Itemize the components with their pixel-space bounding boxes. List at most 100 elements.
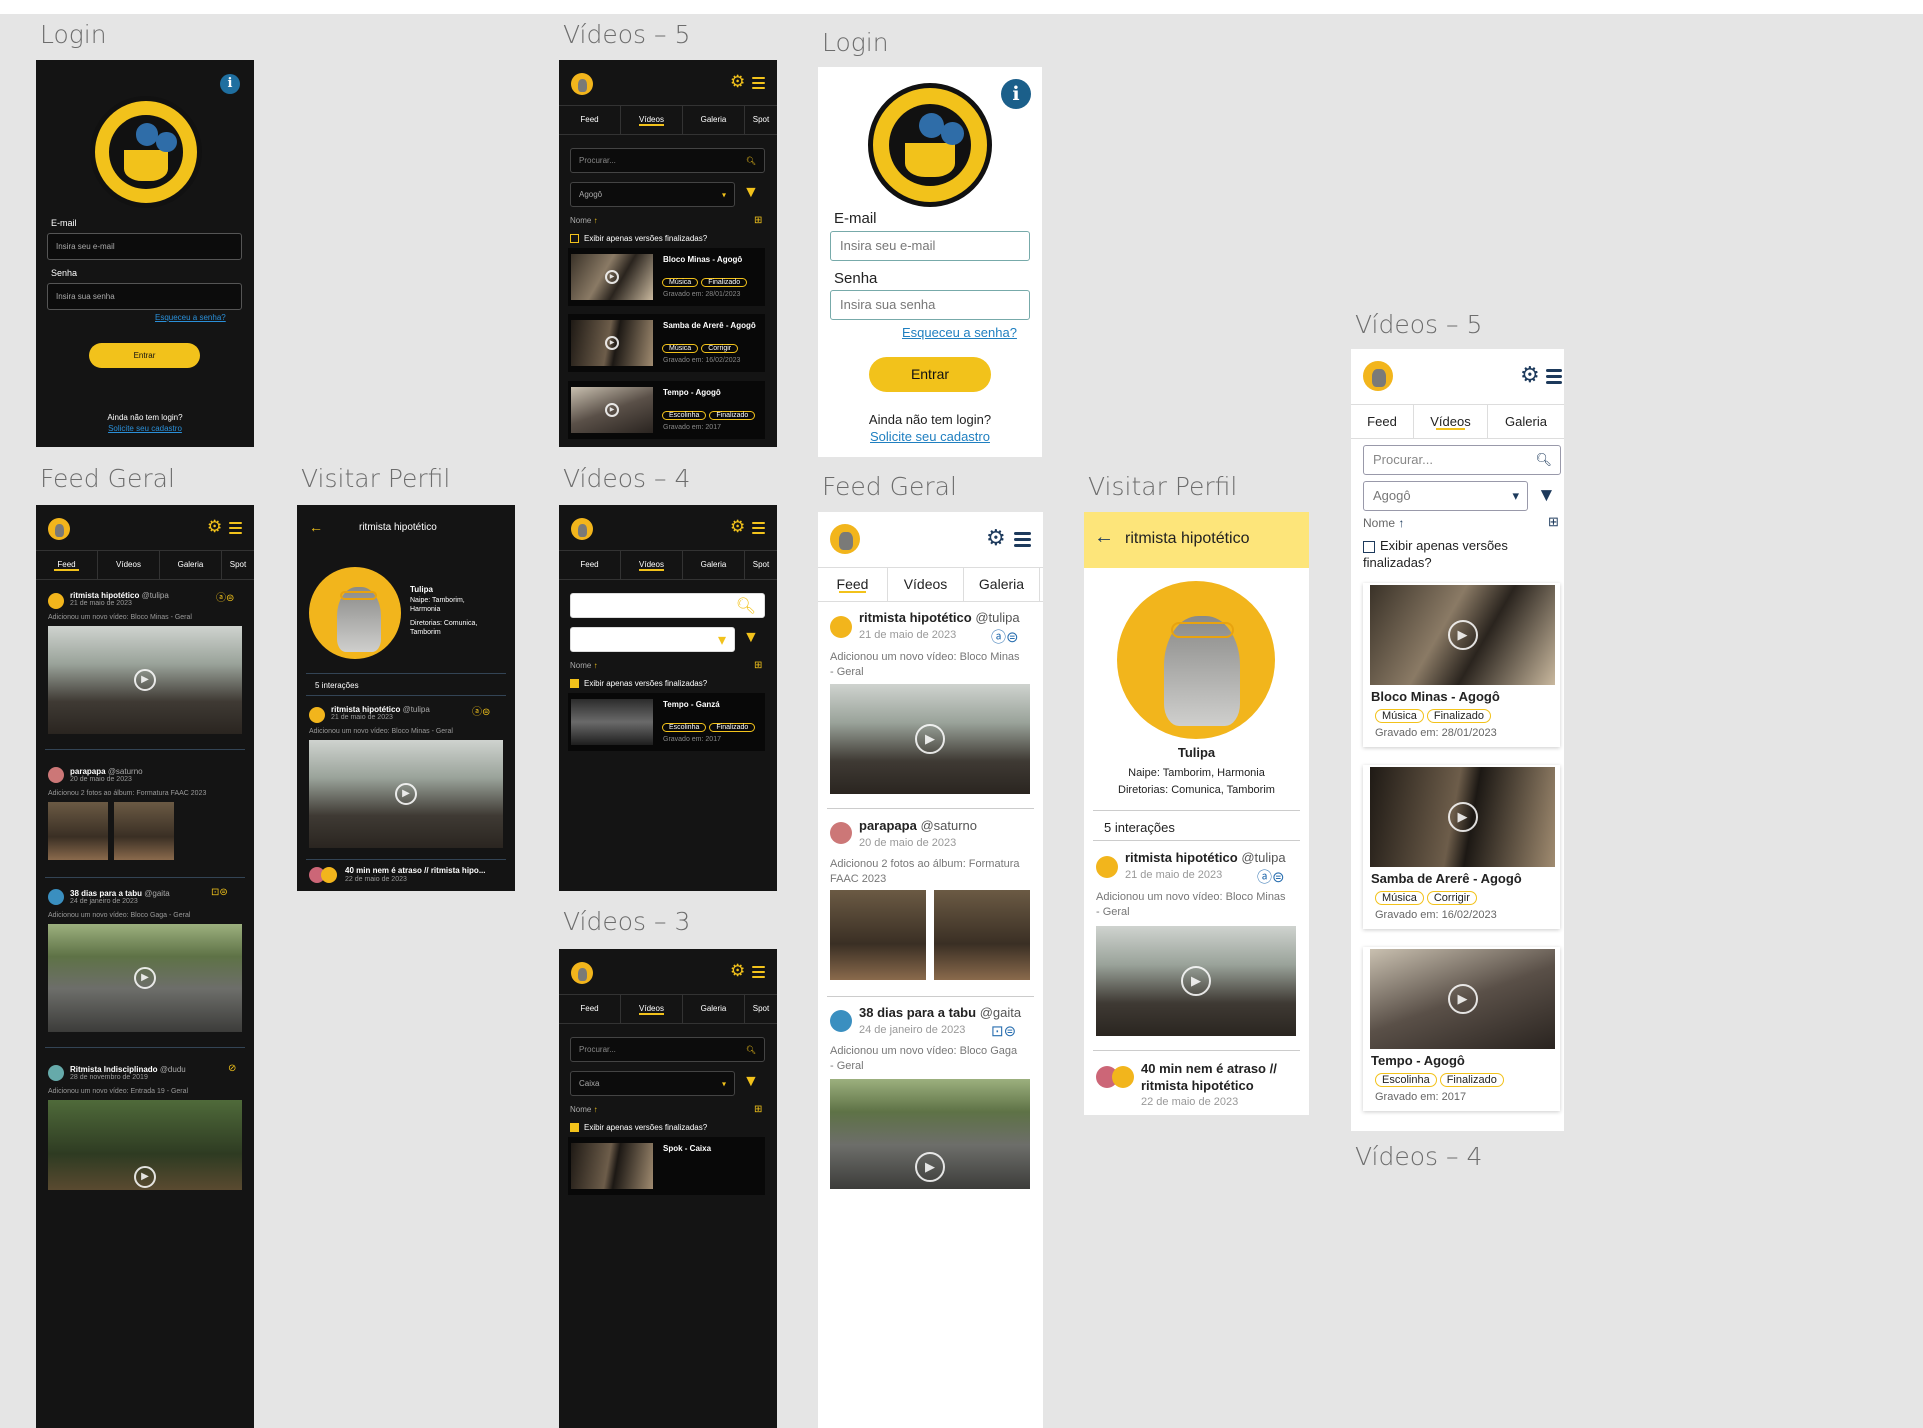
video-card[interactable]: ▶ Samba de Arerê - Agogô Música Corrigir … <box>1363 765 1560 929</box>
tab-spotify[interactable]: Spot <box>745 551 777 579</box>
feed-post[interactable]: ritmista hipotético @tulipa 21 de maio d… <box>818 608 1043 809</box>
finalized-checkbox[interactable]: Exibir apenas versões finalizadas? <box>570 1123 707 1133</box>
forgot-password-link[interactable]: Esqueceu a senha? <box>155 313 226 322</box>
tab-feed[interactable]: Feed <box>818 568 888 601</box>
avatar[interactable] <box>571 962 593 984</box>
gear-icon[interactable]: ⚙ <box>730 73 745 90</box>
grid-view-icon[interactable]: ⊞ <box>1548 514 1559 530</box>
tab-feed[interactable]: Feed <box>1351 405 1414 438</box>
grid-view-icon[interactable]: ⊞ <box>754 660 762 671</box>
tab-feed[interactable]: Feed <box>559 551 621 579</box>
tab-galeria[interactable]: Galeria <box>683 995 745 1023</box>
gear-icon[interactable]: ⚙ <box>207 518 222 535</box>
video-card[interactable]: ▶ Bloco Minas - Agogô Música Finalizado G… <box>1363 583 1560 747</box>
search-input[interactable]: Procurar... 🔍︎ <box>1363 445 1561 475</box>
instrument-select[interactable]: Agogô ▾ <box>570 182 735 207</box>
tab-videos[interactable]: Vídeos <box>621 995 683 1023</box>
gear-icon[interactable]: ⚙ <box>730 962 745 979</box>
avatar[interactable] <box>830 524 860 554</box>
sort-name[interactable]: Nome ↑ <box>570 1105 598 1114</box>
register-link[interactable]: Solicite seu cadastro <box>818 429 1042 444</box>
menu-icon[interactable] <box>752 966 765 982</box>
feed-post[interactable]: parapapa @saturno 20 de maio de 2023 Adi… <box>36 763 254 883</box>
forgot-password-link[interactable]: Esqueceu a senha? <box>902 325 1017 340</box>
tab-galeria[interactable]: Galeria <box>683 106 745 134</box>
feed-post[interactable]: ritmista hipotético @tulipa 21 de maio d… <box>36 587 254 757</box>
tab-spotify[interactable]: Spot <box>745 995 777 1023</box>
instrument-select[interactable]: ▾ <box>570 627 735 652</box>
back-arrow-icon[interactable]: ← <box>1094 526 1114 549</box>
menu-icon[interactable] <box>1014 532 1031 551</box>
menu-icon[interactable] <box>1546 369 1562 388</box>
sort-name[interactable]: Nome ↑ <box>570 216 598 225</box>
grid-view-icon[interactable]: ⊞ <box>754 1104 762 1115</box>
avatar[interactable] <box>571 518 593 540</box>
tab-spotify[interactable]: Spot <box>222 551 254 579</box>
feed-post[interactable]: 40 min nem é atraso //ritmista hipotétic… <box>1084 1056 1309 1114</box>
menu-icon[interactable] <box>752 522 765 538</box>
login-button[interactable]: Entrar <box>869 357 991 392</box>
tab-feed[interactable]: Feed <box>559 995 621 1023</box>
filter-icon[interactable]: ▼ <box>743 184 759 202</box>
tab-galeria[interactable]: Galeria <box>1488 405 1564 438</box>
info-icon[interactable]: i <box>1001 79 1031 109</box>
tab-videos[interactable]: Vídeos <box>98 551 160 579</box>
search-input[interactable]: Procurar... 🔍︎ <box>570 1037 765 1062</box>
tab-videos[interactable]: Vídeos <box>1414 405 1488 438</box>
video-card[interactable]: ▶ Tempo - Agogô Escolinha Finalizado Grav… <box>568 381 765 439</box>
search-icon[interactable]: 🔍︎ <box>736 596 756 616</box>
tab-galeria[interactable]: Galeria <box>683 551 745 579</box>
feed-post[interactable]: 38 dias para a tabu @gaita 24 de janeiro… <box>36 885 254 1055</box>
feed-post[interactable]: ritmista hipotético @tulipa 21 de maio d… <box>1084 848 1309 1051</box>
menu-icon[interactable] <box>229 522 242 538</box>
tab-feed[interactable]: Feed <box>36 551 98 579</box>
video-card[interactable]: ▶ Bloco Minas - Agogô Música Finalizado G… <box>568 248 765 306</box>
password-field[interactable]: Insira sua senha <box>830 290 1030 320</box>
finalized-checkbox[interactable]: Exibir apenas versões finalizadas? <box>570 679 707 689</box>
tab-spotify[interactable]: Spot <box>745 106 777 134</box>
gear-icon[interactable]: ⚙ <box>986 527 1006 549</box>
video-card[interactable]: Tempo - Ganzá Escolinha Finalizado Gravad… <box>568 693 765 751</box>
gear-icon[interactable]: ⚙ <box>730 518 745 535</box>
tab-videos[interactable]: Vídeos <box>621 551 683 579</box>
avatar[interactable] <box>1363 361 1393 391</box>
finalized-checkbox[interactable]: Exibir apenas versões finalizadas? <box>570 234 707 244</box>
gear-icon[interactable]: ⚙ <box>1520 364 1540 386</box>
password-field[interactable]: Insira sua senha <box>47 283 242 310</box>
feed-post[interactable]: 38 dias para a tabu @gaita 24 de janeiro… <box>818 1002 1043 1242</box>
video-card[interactable]: ▶ Tempo - Agogô Escolinha Finalizado Grav… <box>1363 947 1560 1111</box>
avatar[interactable] <box>48 518 70 540</box>
feed-post[interactable]: ritmista hipotético @tulipa 21 de maio d… <box>297 701 515 866</box>
tab-feed[interactable]: Feed <box>559 106 621 134</box>
instrument-select[interactable]: Caixa ▾ <box>570 1071 735 1096</box>
filter-icon[interactable]: ▼ <box>1537 485 1556 507</box>
back-arrow-icon[interactable]: ← <box>309 519 323 535</box>
register-link[interactable]: Solicite seu cadastro <box>36 424 254 433</box>
tab-galeria[interactable]: Galeria <box>160 551 222 579</box>
search-icon[interactable]: 🔍︎ <box>1535 446 1552 474</box>
finalized-checkbox[interactable]: Exibir apenas versões finalizadas? <box>1363 537 1553 571</box>
feed-post[interactable]: Ritmista Indisciplinado @dudu 28 de nove… <box>36 1061 254 1201</box>
login-button[interactable]: Entrar <box>89 343 200 368</box>
video-card[interactable]: ▶ Samba de Arerê - Agogô Música Corrigir … <box>568 314 765 372</box>
menu-icon[interactable] <box>752 77 765 93</box>
email-field[interactable]: Insira seu e-mail <box>47 233 242 260</box>
email-field[interactable]: Insira seu e-mail <box>830 231 1030 261</box>
filter-icon[interactable]: ▼ <box>743 629 759 647</box>
info-icon[interactable]: i <box>220 74 240 94</box>
sort-name[interactable]: Nome ↑ <box>570 661 598 670</box>
feed-post[interactable]: 40 min nem é atraso // ritmista hipo... … <box>297 865 515 891</box>
search-icon[interactable]: 🔍︎ <box>746 149 756 172</box>
instrument-select[interactable]: Agogô ▾ <box>1363 481 1528 511</box>
search-icon[interactable]: 🔍︎ <box>746 1038 756 1061</box>
video-card[interactable]: Spok - Caixa <box>568 1137 765 1195</box>
avatar[interactable] <box>571 73 593 95</box>
feed-post[interactable]: parapapa @saturno 20 de maio de 2023 Adi… <box>818 814 1043 997</box>
grid-view-icon[interactable]: ⊞ <box>754 215 762 226</box>
filter-icon[interactable]: ▼ <box>743 1073 759 1091</box>
tab-videos[interactable]: Vídeos <box>621 106 683 134</box>
tab-galeria[interactable]: Galeria <box>964 568 1040 601</box>
search-input[interactable]: Procurar... 🔍︎ <box>570 148 765 173</box>
search-input[interactable]: 🔍︎ <box>570 593 765 618</box>
tab-videos[interactable]: Vídeos <box>888 568 964 601</box>
